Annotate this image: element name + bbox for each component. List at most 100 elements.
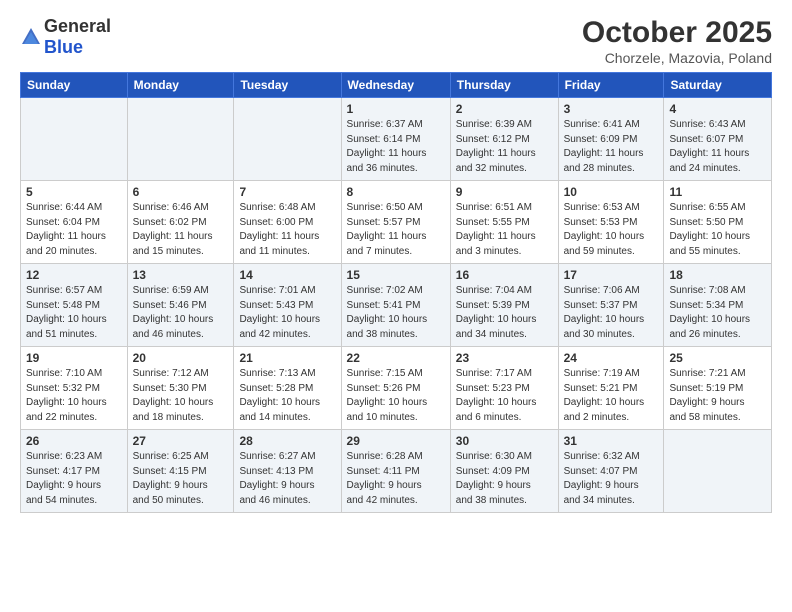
title-block: October 2025 Chorzele, Mazovia, Poland [582,16,772,66]
day-info: Sunrise: 7:02 AM Sunset: 5:41 PM Dayligh… [347,284,445,342]
table-row: 9 Sunrise: 6:51 AM Sunset: 5:55 PM Daylig… [450,181,558,264]
day-number: 25 [669,351,766,365]
day-number: 17 [564,268,659,282]
day-info: Sunrise: 7:17 AM Sunset: 5:23 PM Dayligh… [456,367,553,425]
table-row: 3 Sunrise: 6:41 AM Sunset: 6:09 PM Daylig… [558,98,664,181]
table-row: 26 Sunrise: 6:23 AM Sunset: 4:17 PM Dayli… [21,430,128,513]
day-number: 13 [133,268,229,282]
table-row: 8Sunrise: 6:50 AM Sunset: 5:57 PM Daylig… [341,181,450,264]
day-number: 2 [456,102,553,116]
logo-general-text: General [44,16,111,36]
table-row: 4 Sunrise: 6:43 AM Sunset: 6:07 PM Daylig… [664,98,772,181]
day-info: Sunrise: 6:37 AM Sunset: 6:14 PM Dayligh… [347,118,445,176]
calendar-week-row: 1 Sunrise: 6:37 AM Sunset: 6:14 PM Daylig… [21,98,772,181]
day-info: Sunrise: 6:59 AM Sunset: 5:46 PM Dayligh… [133,284,229,342]
table-row: 24Sunrise: 7:19 AM Sunset: 5:21 PM Dayli… [558,347,664,430]
day-number: 26 [26,434,122,448]
day-info: Sunrise: 6:55 AM Sunset: 5:50 PM Dayligh… [669,201,766,259]
day-number: 10 [564,185,659,199]
day-info: Sunrise: 6:23 AM Sunset: 4:17 PM Dayligh… [26,450,122,508]
table-row: 5Sunrise: 6:44 AM Sunset: 6:04 PM Daylig… [21,181,128,264]
table-row: 30Sunrise: 6:30 AM Sunset: 4:09 PM Dayli… [450,430,558,513]
day-number: 28 [239,434,335,448]
day-info: Sunrise: 6:46 AM Sunset: 6:02 PM Dayligh… [133,201,229,259]
day-number: 1 [347,102,445,116]
table-row: 22 Sunrise: 7:15 AM Sunset: 5:26 PM Dayli… [341,347,450,430]
logo-general: General Blue [44,16,111,58]
col-tuesday: Tuesday [234,73,341,98]
col-thursday: Thursday [450,73,558,98]
day-info: Sunrise: 7:04 AM Sunset: 5:39 PM Dayligh… [456,284,553,342]
col-monday: Monday [127,73,234,98]
col-sunday: Sunday [21,73,128,98]
day-info: Sunrise: 6:50 AM Sunset: 5:57 PM Dayligh… [347,201,445,259]
table-row: 6 Sunrise: 6:46 AM Sunset: 6:02 PM Daylig… [127,181,234,264]
logo-icon [20,26,42,48]
day-number: 4 [669,102,766,116]
day-info: Sunrise: 7:08 AM Sunset: 5:34 PM Dayligh… [669,284,766,342]
calendar-week-row: 12Sunrise: 6:57 AM Sunset: 5:48 PM Dayli… [21,264,772,347]
calendar-week-row: 5Sunrise: 6:44 AM Sunset: 6:04 PM Daylig… [21,181,772,264]
page: General Blue October 2025 Chorzele, Mazo… [0,0,792,523]
table-row: 7 Sunrise: 6:48 AM Sunset: 6:00 PM Daylig… [234,181,341,264]
day-number: 9 [456,185,553,199]
day-info: Sunrise: 6:51 AM Sunset: 5:55 PM Dayligh… [456,201,553,259]
table-row: 21Sunrise: 7:13 AM Sunset: 5:28 PM Dayli… [234,347,341,430]
day-number: 11 [669,185,766,199]
table-row: 11 Sunrise: 6:55 AM Sunset: 5:50 PM Dayli… [664,181,772,264]
table-row: 15 Sunrise: 7:02 AM Sunset: 5:41 PM Dayli… [341,264,450,347]
day-info: Sunrise: 6:25 AM Sunset: 4:15 PM Dayligh… [133,450,229,508]
day-info: Sunrise: 7:10 AM Sunset: 5:32 PM Dayligh… [26,367,122,425]
table-row: 19 Sunrise: 7:10 AM Sunset: 5:32 PM Dayli… [21,347,128,430]
month-title: October 2025 [582,16,772,50]
day-number: 15 [347,268,445,282]
header: General Blue October 2025 Chorzele, Mazo… [20,16,772,66]
table-row: 16 Sunrise: 7:04 AM Sunset: 5:39 PM Dayli… [450,264,558,347]
day-number: 5 [26,185,122,199]
calendar-week-row: 19 Sunrise: 7:10 AM Sunset: 5:32 PM Dayli… [21,347,772,430]
day-info: Sunrise: 7:21 AM Sunset: 5:19 PM Dayligh… [669,367,766,425]
day-number: 22 [347,351,445,365]
day-info: Sunrise: 7:12 AM Sunset: 5:30 PM Dayligh… [133,367,229,425]
day-number: 19 [26,351,122,365]
day-info: Sunrise: 7:06 AM Sunset: 5:37 PM Dayligh… [564,284,659,342]
day-info: Sunrise: 7:15 AM Sunset: 5:26 PM Dayligh… [347,367,445,425]
calendar-table: Sunday Monday Tuesday Wednesday Thursday… [20,72,772,513]
day-info: Sunrise: 6:43 AM Sunset: 6:07 PM Dayligh… [669,118,766,176]
day-info: Sunrise: 6:39 AM Sunset: 6:12 PM Dayligh… [456,118,553,176]
day-number: 27 [133,434,229,448]
table-row: 12Sunrise: 6:57 AM Sunset: 5:48 PM Dayli… [21,264,128,347]
day-info: Sunrise: 6:32 AM Sunset: 4:07 PM Dayligh… [564,450,659,508]
location: Chorzele, Mazovia, Poland [582,50,772,66]
table-row: 2 Sunrise: 6:39 AM Sunset: 6:12 PM Daylig… [450,98,558,181]
logo: General Blue [20,16,111,58]
logo-blue-text: Blue [44,37,83,57]
day-number: 18 [669,268,766,282]
day-info: Sunrise: 6:57 AM Sunset: 5:48 PM Dayligh… [26,284,122,342]
day-number: 30 [456,434,553,448]
day-number: 3 [564,102,659,116]
day-number: 24 [564,351,659,365]
day-info: Sunrise: 7:13 AM Sunset: 5:28 PM Dayligh… [239,367,335,425]
day-number: 20 [133,351,229,365]
day-info: Sunrise: 6:48 AM Sunset: 6:00 PM Dayligh… [239,201,335,259]
table-row [664,430,772,513]
day-number: 6 [133,185,229,199]
table-row [127,98,234,181]
table-row: 10Sunrise: 6:53 AM Sunset: 5:53 PM Dayli… [558,181,664,264]
day-number: 16 [456,268,553,282]
table-row: 25 Sunrise: 7:21 AM Sunset: 5:19 PM Dayli… [664,347,772,430]
day-number: 7 [239,185,335,199]
table-row: 1 Sunrise: 6:37 AM Sunset: 6:14 PM Daylig… [341,98,450,181]
table-row: 23 Sunrise: 7:17 AM Sunset: 5:23 PM Dayli… [450,347,558,430]
table-row: 27 Sunrise: 6:25 AM Sunset: 4:15 PM Dayli… [127,430,234,513]
col-friday: Friday [558,73,664,98]
day-info: Sunrise: 6:27 AM Sunset: 4:13 PM Dayligh… [239,450,335,508]
table-row: 14Sunrise: 7:01 AM Sunset: 5:43 PM Dayli… [234,264,341,347]
col-wednesday: Wednesday [341,73,450,98]
calendar-header-row: Sunday Monday Tuesday Wednesday Thursday… [21,73,772,98]
day-number: 23 [456,351,553,365]
day-info: Sunrise: 6:41 AM Sunset: 6:09 PM Dayligh… [564,118,659,176]
table-row: 31 Sunrise: 6:32 AM Sunset: 4:07 PM Dayli… [558,430,664,513]
day-number: 31 [564,434,659,448]
